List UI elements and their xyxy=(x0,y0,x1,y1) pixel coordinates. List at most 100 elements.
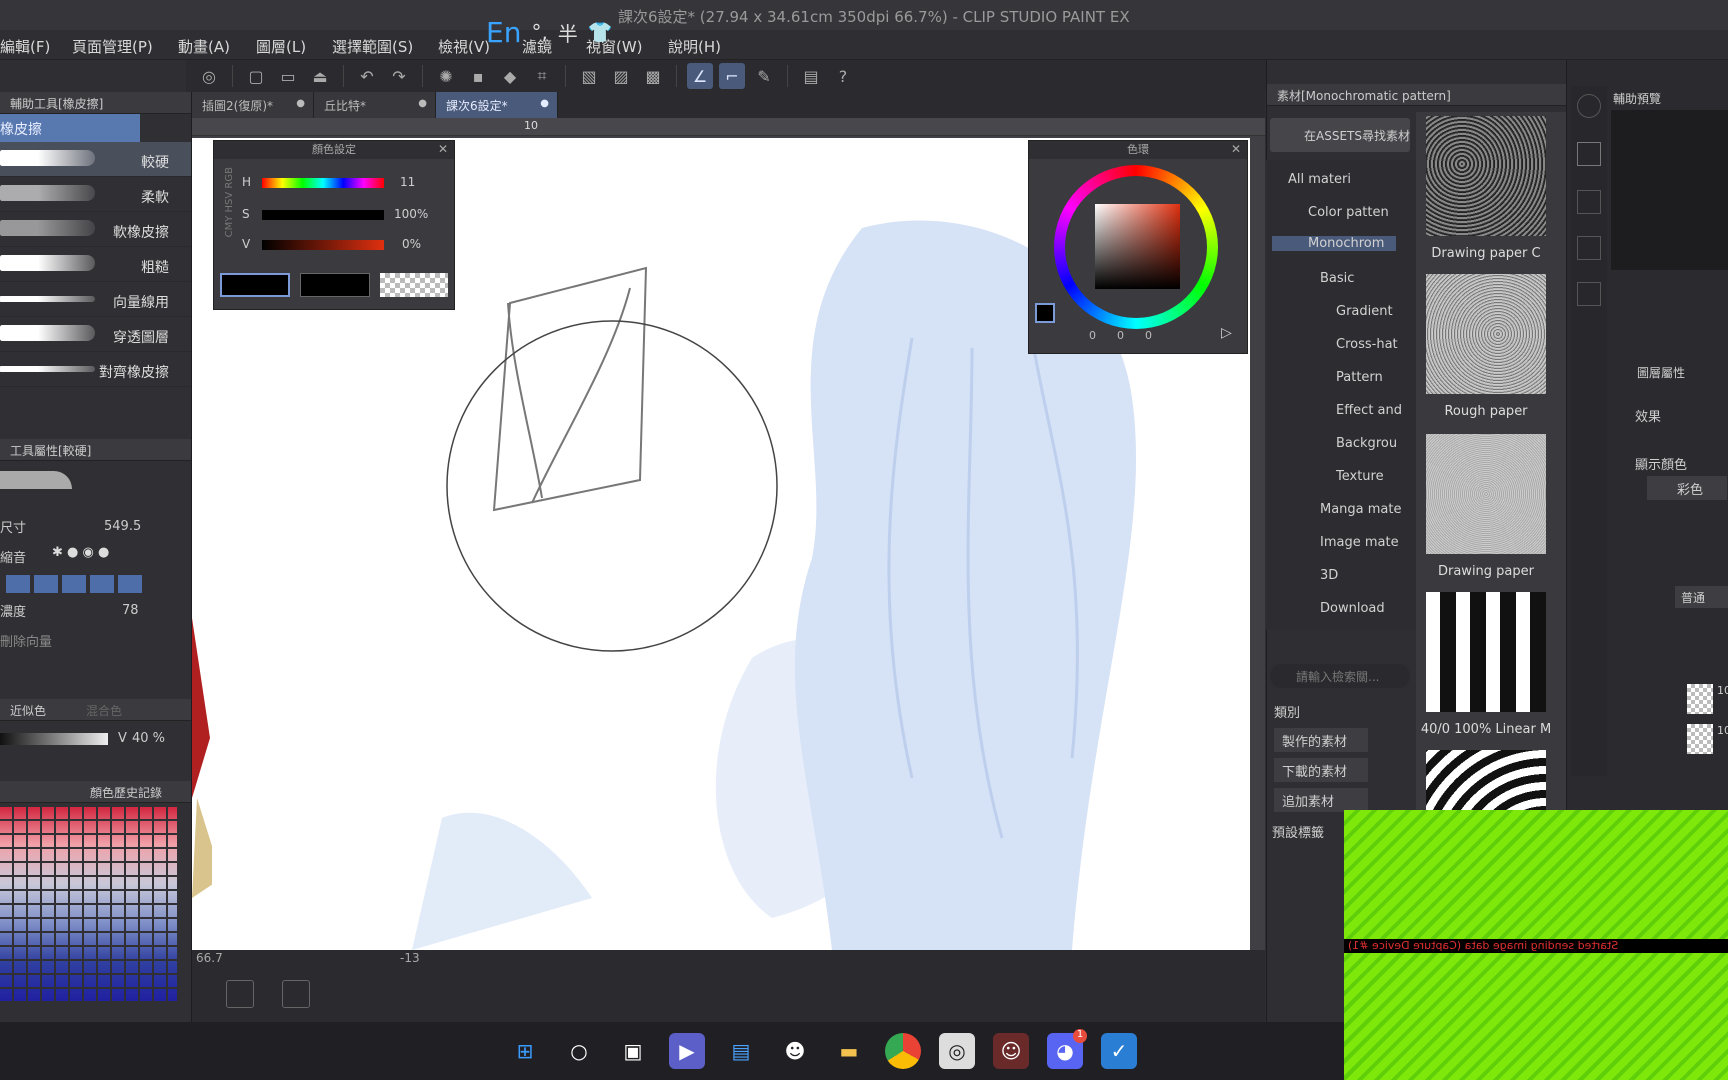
mode-tabs[interactable]: CMY HSV RGB xyxy=(224,167,235,238)
v-value[interactable]: 0% xyxy=(402,237,421,251)
folder-icon[interactable] xyxy=(1577,282,1601,306)
current-color-swatch[interactable] xyxy=(1035,303,1055,323)
tab-cupid[interactable]: 丘比特* ● xyxy=(314,92,436,118)
tab-rgb[interactable]: RGB xyxy=(224,167,235,189)
menu-help[interactable]: 說明(H) xyxy=(668,36,721,57)
thumb-drawing-paper-c[interactable] xyxy=(1426,116,1546,236)
anti-alias-options-icon[interactable]: ✱ ● ◉ ● xyxy=(52,545,109,560)
material-icon[interactable] xyxy=(1577,236,1601,260)
thumb-rough-paper[interactable] xyxy=(1426,274,1546,394)
subtool-group[interactable]: 橡皮擦 xyxy=(0,114,140,142)
layer-thumb[interactable] xyxy=(1687,724,1713,754)
tree-item-all[interactable]: All materi xyxy=(1288,172,1351,187)
brush-through[interactable]: 穿透圖層 xyxy=(0,317,191,352)
close-icon[interactable]: ✕ xyxy=(438,142,448,156)
stabilize-icon[interactable]: ∠ xyxy=(687,63,713,89)
redo-icon[interactable]: ↷ xyxy=(386,63,412,89)
alien-icon[interactable]: ☻ xyxy=(777,1033,813,1069)
brush-hard[interactable]: 較硬 xyxy=(0,142,191,177)
tree-item-background[interactable]: Backgrou xyxy=(1336,436,1397,451)
qq-icon[interactable]: ☺ xyxy=(993,1033,1029,1069)
ime-punct[interactable]: °, xyxy=(531,20,547,44)
density-value[interactable]: 78 xyxy=(122,603,139,618)
close-icon[interactable]: ● xyxy=(418,98,427,109)
blend-mode-select[interactable]: 普通 xyxy=(1675,586,1728,608)
task-view-icon[interactable]: ▣ xyxy=(615,1033,651,1069)
thumb-linear[interactable] xyxy=(1426,592,1546,712)
navigator-icon[interactable] xyxy=(282,980,310,1008)
value-slider-row[interactable]: V 40 % xyxy=(0,721,191,757)
tree-item-crosshatch[interactable]: Cross-hat xyxy=(1336,337,1398,352)
app-icon[interactable]: ✓ xyxy=(1101,1033,1137,1069)
thumb-drawing-paper[interactable] xyxy=(1426,434,1546,554)
tree-item-texture[interactable]: Texture xyxy=(1336,469,1384,484)
open-folder-icon[interactable]: ▭ xyxy=(275,63,301,89)
density-row[interactable]: 濃度 78 xyxy=(0,597,191,625)
snap-ruler-icon[interactable]: ▩ xyxy=(640,63,666,89)
tree-item-pattern[interactable]: Pattern xyxy=(1336,370,1383,385)
tree-item-effect[interactable]: Effect and xyxy=(1336,403,1402,418)
play-icon[interactable]: ▷ xyxy=(1221,325,1232,341)
assets-search-button[interactable]: 在ASSETS尋找素材 xyxy=(1270,118,1410,152)
discord-icon[interactable]: ◕ 1 xyxy=(1047,1029,1087,1069)
layer-thumb[interactable] xyxy=(1687,684,1713,714)
rotation-value[interactable]: -13 xyxy=(400,951,420,965)
folder-icon[interactable] xyxy=(1577,190,1601,214)
tab-hsv[interactable]: HSV xyxy=(224,192,235,213)
search-icon[interactable]: ○ xyxy=(561,1033,597,1069)
tab-illustration2[interactable]: 插圖2(復原)* ● xyxy=(192,92,314,118)
lasso-icon[interactable]: ✺ xyxy=(433,63,459,89)
new-file-icon[interactable]: ▢ xyxy=(243,63,269,89)
fill-icon[interactable]: ◆ xyxy=(497,63,523,89)
ime-indicator[interactable]: En °, 半 👕 xyxy=(486,14,613,50)
panel-toggle-icon[interactable] xyxy=(226,980,254,1008)
pen-icon[interactable]: ✎ xyxy=(751,63,777,89)
save-icon[interactable]: ⏏ xyxy=(307,63,333,89)
texture-row[interactable] xyxy=(0,569,191,597)
close-icon[interactable]: ● xyxy=(540,98,549,109)
snap-off-icon[interactable]: ▧ xyxy=(576,63,602,89)
tab-cmy[interactable]: CMY xyxy=(224,216,235,238)
ime-width[interactable]: 半 xyxy=(558,18,578,47)
tablet-icon[interactable]: ▤ xyxy=(798,63,824,89)
anti-alias-row[interactable]: 縮音 ✱ ● ◉ ● xyxy=(0,541,191,569)
clear-icon[interactable]: ▪ xyxy=(465,63,491,89)
brush-soft[interactable]: 柔軟 xyxy=(0,177,191,212)
menu-edit[interactable]: 編輯(F) xyxy=(0,36,50,57)
size-row[interactable]: 尺寸 549.5 xyxy=(0,513,191,541)
menu-view[interactable]: 檢視(V) xyxy=(438,36,490,57)
created-materials-button[interactable]: 製作的素材 xyxy=(1274,728,1368,752)
color-palette[interactable] xyxy=(0,805,177,1001)
sub-color-swatch[interactable] xyxy=(300,273,370,297)
store-icon[interactable]: ▤ xyxy=(723,1033,759,1069)
delete-vector-row[interactable]: 刪除向量 xyxy=(0,625,191,653)
h-value[interactable]: 11 xyxy=(400,175,415,189)
search-icon[interactable] xyxy=(1577,94,1601,118)
clip-studio-icon[interactable]: ◎ xyxy=(939,1033,975,1069)
tab-approximate-color[interactable]: 近似色 xyxy=(10,702,46,718)
brush-soft-eraser[interactable]: 軟橡皮擦 xyxy=(0,212,191,247)
menu-layer[interactable]: 圖層(L) xyxy=(256,36,306,57)
transparent-swatch[interactable] xyxy=(380,273,448,297)
material-icon[interactable] xyxy=(1577,142,1601,166)
close-icon[interactable]: ● xyxy=(296,98,305,109)
hue-slider[interactable] xyxy=(262,178,384,188)
menu-animation[interactable]: 動畫(A) xyxy=(178,36,230,57)
color-mode-select[interactable]: 彩色 xyxy=(1647,476,1727,500)
tree-item-download[interactable]: Download xyxy=(1320,601,1385,616)
help-icon[interactable]: ? xyxy=(830,63,856,89)
tree-item-color-pattern[interactable]: Color patten xyxy=(1308,205,1389,220)
brush-vector[interactable]: 向量線用 xyxy=(0,282,191,317)
tree-item-manga[interactable]: Manga mate xyxy=(1320,502,1402,517)
tab-lesson6[interactable]: 課次6設定* ● xyxy=(436,92,558,118)
folder-icon[interactable]: ▬ xyxy=(831,1033,867,1069)
saturation-slider[interactable] xyxy=(262,210,384,220)
downloaded-materials-button[interactable]: 下載的素材 xyxy=(1274,758,1368,782)
menu-selection[interactable]: 選擇範圍(S) xyxy=(332,36,413,57)
zoom-value[interactable]: 66.7 xyxy=(196,951,223,965)
sv-square[interactable] xyxy=(1095,204,1180,289)
size-value[interactable]: 549.5 xyxy=(104,519,141,534)
value-slider[interactable] xyxy=(0,733,108,745)
tab-mix-color[interactable]: 混合色 xyxy=(86,702,122,718)
tree-item-basic[interactable]: Basic xyxy=(1320,271,1354,286)
